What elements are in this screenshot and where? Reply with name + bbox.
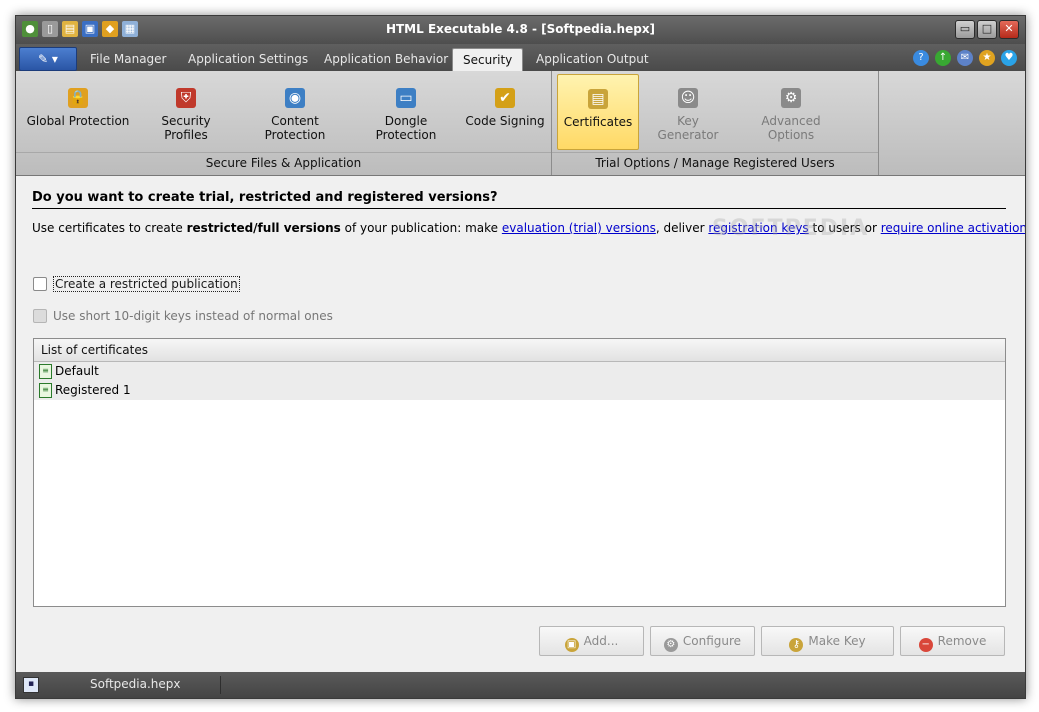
key-generator-icon: ☺ [678, 88, 698, 108]
description-text: Use certificates to create restricted/fu… [32, 221, 1025, 235]
desc-bold: restricted/full versions [186, 221, 341, 235]
advanced-options-button[interactable]: ⚙ Advanced Options [738, 74, 844, 148]
certificate-icon: ≡ [39, 383, 52, 398]
certificate-icon: ≡ [39, 364, 52, 379]
advanced-options-icon: ⚙ [781, 88, 801, 108]
action-buttons: ▣ Add... ⚙ Configure ⚷ Make Key − Remove [16, 626, 1025, 656]
key-icon: ⚷ [789, 638, 804, 652]
key-generator-label: Key Generator [657, 114, 719, 142]
ribbon-group-secure-files: 🔒 Global Protection ⛨ Security Profiles … [16, 71, 552, 175]
help-icons: ? ↑ ✉ ★ ♥ [913, 50, 1017, 66]
eye-shield-icon: ◉ [285, 88, 305, 108]
make-key-button[interactable]: ⚷ Make Key [761, 626, 894, 656]
restricted-publication-checkbox[interactable] [33, 277, 47, 291]
remove-button[interactable]: − Remove [900, 626, 1005, 656]
advanced-options-label: Advanced Options [761, 114, 821, 142]
certificate-icon: ✔ [495, 88, 515, 108]
app-window: ● ▯ ▤ ▣ ◆ ▦ HTML Executable 4.8 - [Softp… [15, 15, 1026, 699]
list-item-label: Default [55, 364, 99, 378]
window-controls: ▭ □ ✕ [955, 20, 1019, 39]
global-protection-label: Global Protection [26, 114, 130, 128]
online-activation-link[interactable]: require online activation [881, 221, 1025, 235]
tab-application-settings[interactable]: Application Settings [186, 48, 310, 71]
padlock-icon: 🔒 [68, 88, 88, 108]
make-key-button-label: Make Key [808, 634, 866, 648]
short-keys-label: Use short 10-digit keys instead of norma… [53, 309, 333, 323]
ribbon-group-label: Trial Options / Manage Registered Users [552, 152, 878, 172]
document-icon: ▪ [23, 677, 39, 693]
tab-file-manager[interactable]: File Manager [88, 48, 169, 71]
maximize-button[interactable]: □ [977, 20, 997, 39]
security-profiles-button[interactable]: ⛨ Security Profiles [138, 74, 234, 148]
add-button-label: Add... [583, 634, 619, 648]
tools-icon[interactable]: ✉ [957, 50, 973, 66]
content-protection-label: Content Protection [264, 114, 326, 142]
desc-text-2: of your publication: make [340, 221, 502, 235]
award-icon[interactable]: ★ [979, 50, 995, 66]
restricted-publication-label[interactable]: Create a restricted publication [53, 276, 240, 292]
dongle-protection-button[interactable]: ▭ Dongle Protection [355, 74, 457, 148]
ribbon-group-label: Secure Files & Application [16, 152, 551, 172]
evaluation-versions-link[interactable]: evaluation (trial) versions [502, 221, 656, 235]
certificates-list[interactable]: List of certificates ≡ Default ≡ Registe… [33, 338, 1006, 607]
tab-security[interactable]: Security [452, 48, 524, 72]
remove-button-label: Remove [937, 634, 987, 648]
tab-application-output[interactable]: Application Output [534, 48, 651, 71]
configure-button-label: Configure [682, 634, 742, 648]
short-keys-checkbox[interactable] [33, 309, 47, 323]
minimize-button[interactable]: ▭ [955, 20, 975, 39]
page-heading: Do you want to create trial, restricted … [32, 190, 1006, 209]
configure-button[interactable]: ⚙ Configure [650, 626, 755, 656]
gear-icon: ⚙ [663, 638, 678, 652]
code-signing-button[interactable]: ✔ Code Signing [464, 74, 546, 148]
key-generator-button[interactable]: ☺ Key Generator [646, 74, 730, 148]
certificates-label: Certificates [563, 115, 633, 129]
list-item-label: Registered 1 [55, 383, 131, 397]
remove-icon: − [918, 638, 933, 652]
ribbon: 🔒 Global Protection ⛨ Security Profiles … [16, 71, 1025, 176]
twitter-icon[interactable]: ♥ [1001, 50, 1017, 66]
list-header[interactable]: List of certificates [34, 339, 1005, 362]
tab-application-behavior[interactable]: Application Behavior [322, 48, 450, 71]
close-button[interactable]: ✕ [999, 20, 1019, 39]
help-icon[interactable]: ? [913, 50, 929, 66]
content-protection-button[interactable]: ◉ Content Protection [242, 74, 348, 148]
shield-icon: ⛨ [176, 88, 196, 108]
restricted-publication-option[interactable]: Create a restricted publication [33, 276, 240, 292]
status-separator [220, 676, 221, 694]
global-protection-button[interactable]: 🔒 Global Protection [26, 74, 130, 148]
certificates-button[interactable]: ▤ Certificates [557, 74, 639, 150]
dongle-protection-label: Dongle Protection [375, 114, 437, 142]
add-button[interactable]: ▣ Add... [539, 626, 644, 656]
usb-key-icon: ▭ [396, 88, 416, 108]
certificates-icon: ▤ [588, 89, 608, 109]
status-filename: Softpedia.hepx [90, 677, 181, 691]
ribbon-group-trial-options: ▤ Certificates ☺ Key Generator ⚙ Advance… [552, 71, 879, 175]
app-menu-button[interactable]: ✎ ▾ [19, 47, 77, 71]
padlock-icon: ▣ [564, 638, 579, 652]
desc-text-1: Use certificates to create [32, 221, 187, 235]
security-certificates-panel: Do you want to create trial, restricted … [16, 176, 1025, 672]
desc-text-3: , deliver [655, 221, 709, 235]
softpedia-watermark: SOFTPEDIA [712, 216, 870, 241]
menu-tab-bar: ✎ ▾ File Manager Application Settings Ap… [16, 44, 1025, 72]
short-keys-option[interactable]: Use short 10-digit keys instead of norma… [33, 309, 333, 323]
list-item[interactable]: ≡ Registered 1 [34, 381, 1005, 400]
update-arrow-icon[interactable]: ↑ [935, 50, 951, 66]
title-bar: ● ▯ ▤ ▣ ◆ ▦ HTML Executable 4.8 - [Softp… [16, 16, 1025, 44]
security-profiles-label: Security Profiles [161, 114, 211, 142]
list-item[interactable]: ≡ Default [34, 362, 1005, 381]
status-bar: ▪ Softpedia.hepx [16, 672, 1025, 698]
code-signing-label: Code Signing [465, 114, 545, 128]
window-title: HTML Executable 4.8 - [Softpedia.hepx] [385, 22, 656, 36]
